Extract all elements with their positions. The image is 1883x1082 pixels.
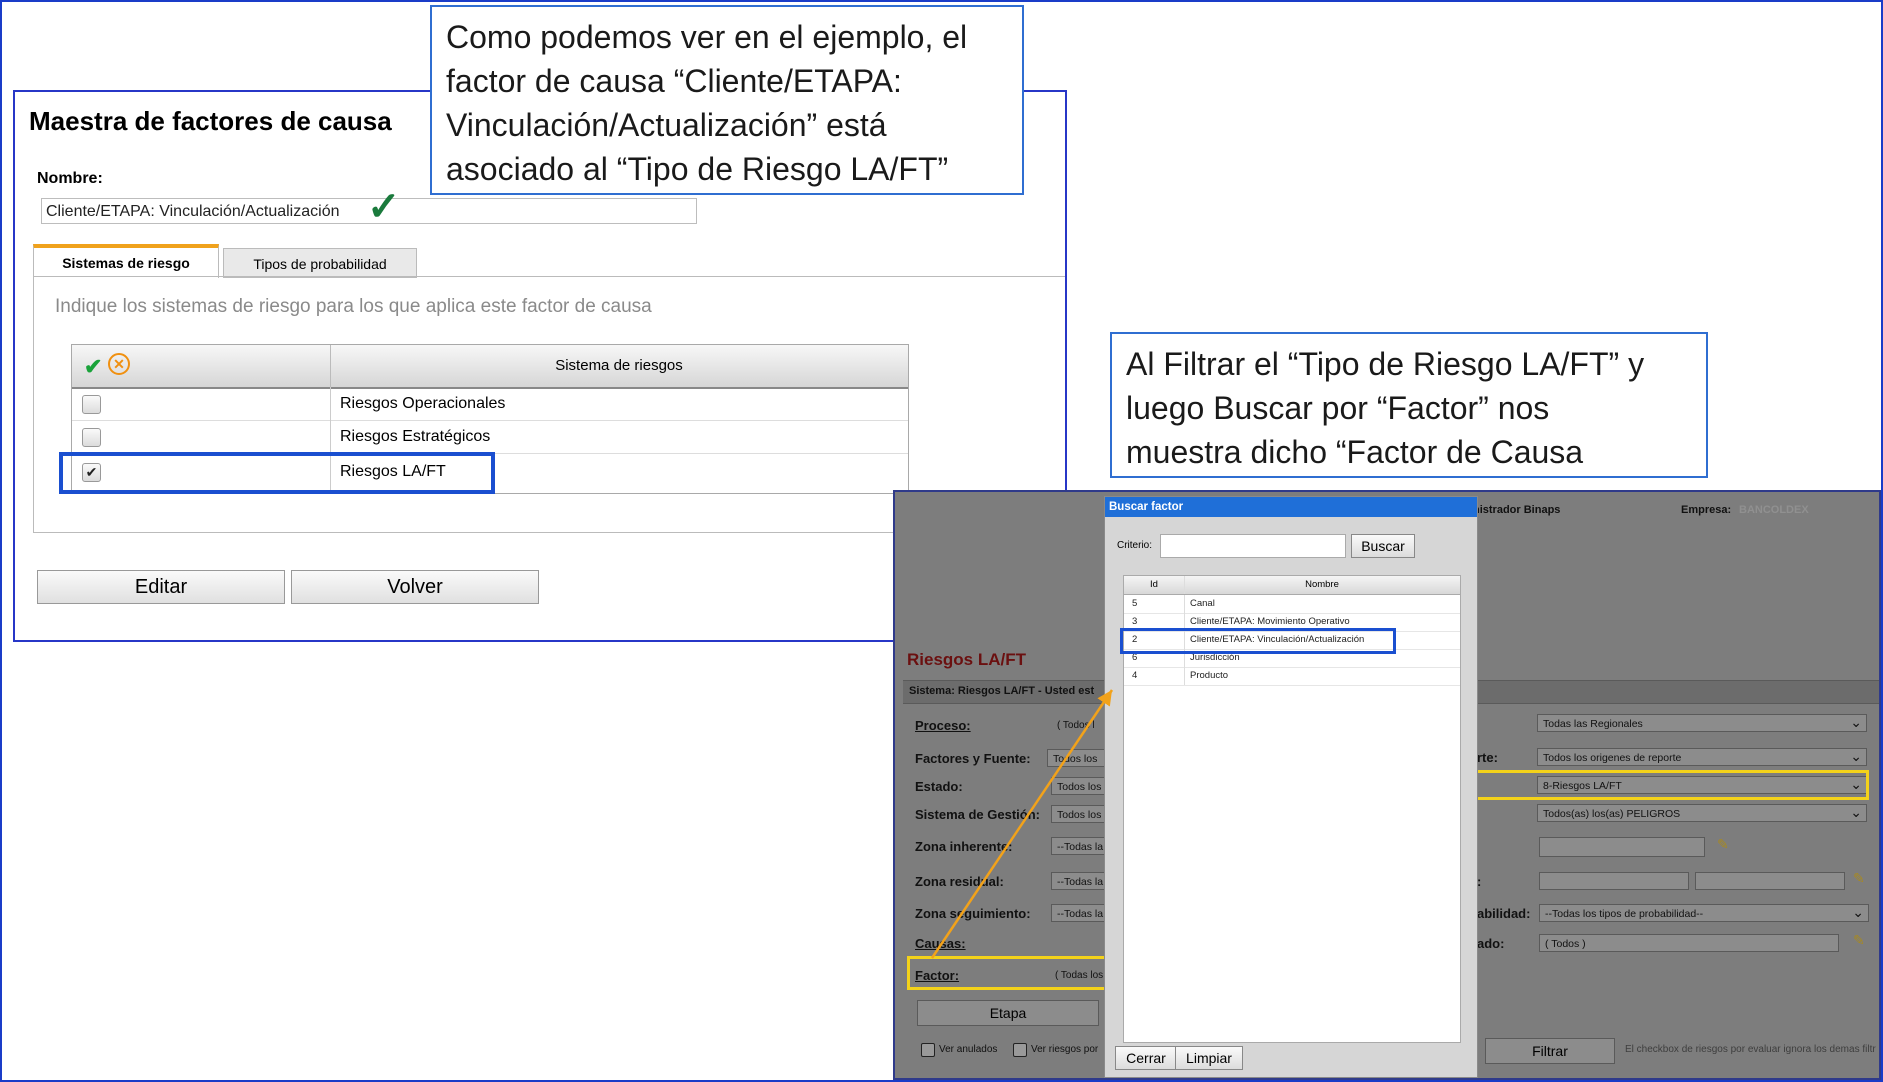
chevron-down-icon: ⌄: [1852, 904, 1864, 920]
ver-anulados-label: Ver anulados: [939, 1044, 998, 1055]
filter-label-zona-seguimiento: Zona seguimiento:: [915, 906, 1031, 921]
admin-text: nistrador Binaps: [1473, 504, 1561, 516]
highlight-selected-factor: [1120, 628, 1396, 654]
filter-label-sistema: Sistema de Gestión:: [915, 807, 1040, 822]
chevron-down-icon: ⌄: [1850, 804, 1862, 820]
column-header-id: Id: [1150, 579, 1158, 590]
column-header-system: Sistema de riesgos: [555, 357, 683, 374]
search-factor-modal: Buscar factor Criterio: Buscar Id Nombre…: [1104, 496, 1478, 1078]
row-checkbox[interactable]: [82, 395, 101, 414]
name-label: Nombre:: [37, 170, 103, 187]
filter-select-zona-residual[interactable]: --Todas la: [1051, 872, 1107, 890]
clear-button[interactable]: Limpiar: [1175, 1046, 1243, 1070]
chevron-down-icon: ⌄: [1850, 714, 1862, 730]
row-checkbox[interactable]: [82, 428, 101, 447]
factor-results-grid: Id Nombre 5 Canal 3 Cliente/ETAPA: Movimie…: [1120, 575, 1461, 1043]
highlight-riesgos-laft: [59, 452, 495, 494]
pencil-icon[interactable]: ✎: [1853, 932, 1865, 949]
list-item[interactable]: 5 Canal: [1124, 595, 1460, 614]
tab-risk-systems[interactable]: Sistemas de riesgo: [33, 244, 219, 278]
filter-label-estado: Estado:: [915, 779, 963, 794]
callout-top-line: Vinculación/Actualización” está: [446, 107, 887, 143]
search-button[interactable]: Buscar: [1351, 534, 1415, 558]
list-item[interactable]: 4 Producto: [1124, 667, 1460, 686]
filter-value-proceso[interactable]: ( Todos l: [1057, 720, 1095, 731]
filter-select-peligros[interactable]: Todos(as) los(as) PELIGROS ⌄: [1537, 804, 1867, 822]
pencil-icon[interactable]: ✎: [1853, 870, 1865, 887]
filter-label-estado-right: ado:: [1477, 936, 1505, 951]
footer-note: El checkbox de riesgos por evaluar ignor…: [1625, 1044, 1876, 1055]
filter-input-text[interactable]: [1539, 837, 1705, 857]
filter-label-zona-inherente: Zona inherente:: [915, 839, 1013, 854]
filter-input-date-to[interactable]: [1695, 872, 1845, 890]
filter-select-zona-inherente[interactable]: --Todas la: [1051, 837, 1107, 855]
callout-right-line: muestra dicho “Factor de Causa: [1126, 434, 1584, 470]
criterio-input[interactable]: [1160, 534, 1346, 558]
empresa-label: Empresa:: [1681, 504, 1732, 516]
filter-label-proceso: Proceso:: [915, 718, 971, 733]
filter-select-factores[interactable]: Todos los: [1047, 749, 1107, 767]
filter-label-reporte: rte:: [1477, 750, 1498, 765]
uncheck-all-icon[interactable]: ✕: [108, 353, 130, 375]
column-header-name: Nombre: [1305, 579, 1339, 590]
callout-right: Al Filtrar el “Tipo de Riesgo LA/FT” y l…: [1110, 332, 1708, 478]
callout-top-line: factor de causa “Cliente/ETAPA:: [446, 63, 902, 99]
tab-body-border: [33, 276, 34, 532]
page-title: Maestra de factores de causa: [29, 106, 392, 136]
close-button[interactable]: Cerrar: [1115, 1046, 1177, 1070]
ver-riesgos-label: Ver riesgos por: [1031, 1044, 1099, 1055]
pencil-icon[interactable]: ✎: [1717, 836, 1729, 853]
section-title: Riesgos LA/FT: [907, 650, 1027, 669]
filter-select-sistema[interactable]: Todos los: [1051, 805, 1107, 823]
callout-right-line: Al Filtrar el “Tipo de Riesgo LA/FT” y: [1126, 346, 1645, 382]
check-all-icon[interactable]: ✔: [84, 354, 102, 380]
filter-select-reporte[interactable]: Todos los origenes de reporte ⌄: [1537, 748, 1867, 766]
filter-input-date-from[interactable]: [1539, 872, 1689, 890]
filter-select-probabilidad[interactable]: --Todas los tipos de probabilidad-- ⌄: [1539, 904, 1869, 922]
row-label: Riesgos Estratégicos: [340, 428, 491, 445]
chevron-down-icon: ⌄: [1850, 748, 1862, 764]
back-button[interactable]: Volver: [291, 570, 539, 604]
filter-label-factores: Factores y Fuente:: [915, 751, 1031, 766]
grid-header: Id Nombre: [1124, 576, 1460, 595]
instructions-text: Indique los sistemas de riesgo para los …: [55, 296, 652, 317]
callout-right-line: luego Buscar por “Factor” nos: [1126, 390, 1550, 426]
callout-top-line: Como podemos ver en el ejemplo, el: [446, 19, 968, 55]
filter-select-zona-seguimiento[interactable]: --Todas la: [1051, 904, 1107, 922]
callout-top-line: asociado al “Tipo de Riesgo LA/FT”: [446, 151, 949, 187]
ver-riesgos-checkbox[interactable]: [1013, 1043, 1027, 1057]
edit-button[interactable]: Editar: [37, 570, 285, 604]
row-label: Riesgos Operacionales: [340, 395, 506, 412]
filtrar-button[interactable]: Filtrar: [1485, 1038, 1615, 1064]
ver-anulados-checkbox[interactable]: [921, 1043, 935, 1057]
etapa-button[interactable]: Etapa: [917, 1000, 1099, 1026]
checkmark-icon: ✓: [367, 185, 401, 229]
highlight-tipo-riesgo: [1469, 770, 1869, 800]
filter-label-probabilidad: abilidad:: [1477, 906, 1531, 921]
filter-label-causas[interactable]: Causas:: [915, 936, 966, 951]
tab-probability-types[interactable]: Tipos de probabilidad: [223, 248, 417, 278]
table-header: ✔ ✕ Sistema de riesgos: [72, 345, 908, 389]
tab-divider: [33, 276, 1065, 277]
table-row: Riesgos Estratégicos: [72, 420, 908, 454]
table-row: Riesgos Operacionales: [72, 387, 908, 421]
empresa-value: BANCOLDEX: [1739, 504, 1809, 516]
callout-top: Como podemos ver en el ejemplo, el facto…: [430, 5, 1024, 195]
filter-label-zona-residual: Zona residual:: [915, 874, 1004, 889]
filter-select-regionales[interactable]: Todas las Regionales ⌄: [1537, 714, 1867, 732]
criterio-label: Criterio:: [1117, 540, 1153, 551]
modal-title: Buscar factor: [1105, 497, 1477, 517]
filter-select-estado-right[interactable]: ( Todos ): [1539, 934, 1839, 952]
filter-select-estado[interactable]: Todos los: [1051, 777, 1107, 795]
system-bar-text: Sistema: Riesgos LA/FT - Usted est: [909, 685, 1095, 697]
highlight-factor-filter: [907, 956, 1111, 990]
